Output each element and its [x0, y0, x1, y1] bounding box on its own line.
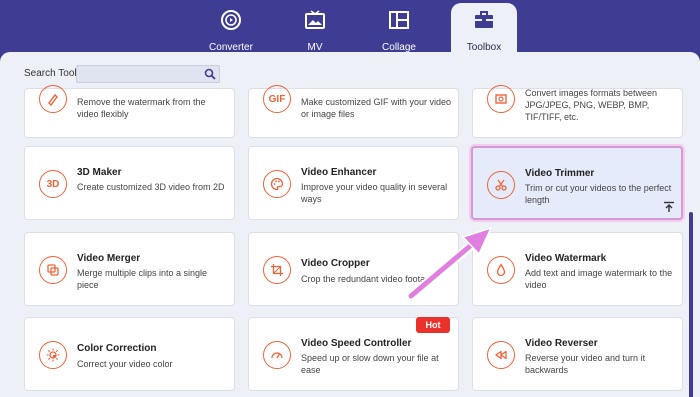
highlight-arrow [406, 226, 493, 301]
